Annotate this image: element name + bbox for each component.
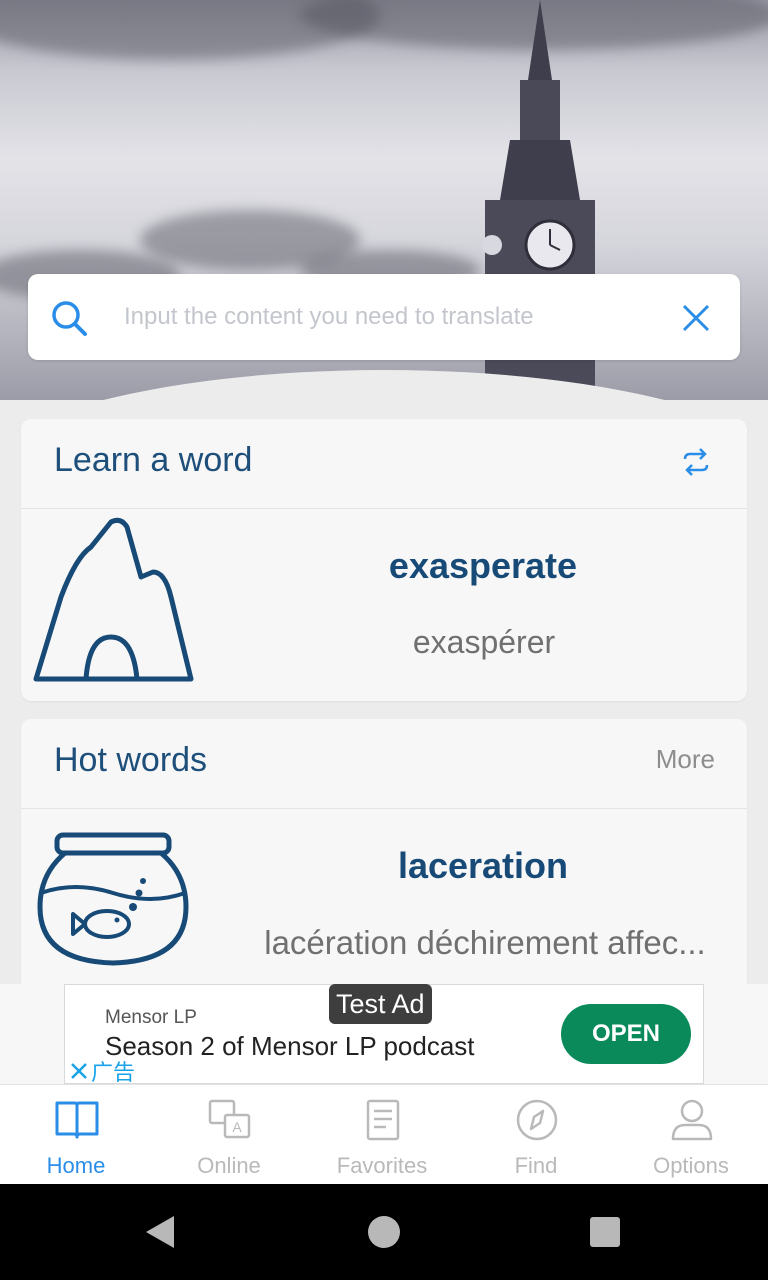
person-icon — [671, 1099, 713, 1141]
ad-open-button[interactable]: OPEN — [561, 1004, 691, 1064]
ad-close-button[interactable]: 广告 — [69, 1055, 135, 1087]
word-translation: exaspérer — [412, 624, 556, 660]
card-title: Hot words — [54, 741, 208, 779]
nav-label: Find — [514, 1153, 558, 1178]
hot-word[interactable]: laceration — [243, 845, 723, 887]
hot-words-header: Hot words More — [21, 719, 747, 809]
bottom-nav: Home A Online Favorites Find Options — [0, 1084, 768, 1184]
hot-words-card[interactable]: Hot words More laceration lacération déc… — [21, 719, 747, 994]
nav-find[interactable]: Find — [461, 1085, 611, 1185]
search-input[interactable] — [124, 296, 684, 338]
ad-banner[interactable]: Mensor LP Season 2 of Mensor LP podcast … — [64, 984, 704, 1087]
nav-favorites[interactable]: Favorites — [307, 1085, 457, 1185]
learn-word-card[interactable]: Learn a word exasperate exaspérer — [21, 419, 747, 701]
nav-label: Favorites — [336, 1153, 428, 1178]
notebook-icon — [366, 1099, 400, 1141]
nav-home[interactable]: Home — [1, 1085, 151, 1185]
compass-icon — [516, 1099, 558, 1141]
search-box — [28, 274, 740, 360]
book-icon — [55, 1101, 99, 1139]
nav-label: Home — [46, 1153, 106, 1178]
mountain-icon — [33, 517, 194, 682]
close-icon[interactable] — [680, 302, 712, 334]
refresh-icon[interactable] — [681, 447, 711, 477]
hot-word-translation: lacération déchirement affec... — [264, 924, 706, 961]
ad-advertiser: Mensor LP — [105, 1007, 197, 1028]
svg-text:A: A — [232, 1119, 242, 1135]
close-icon[interactable] — [69, 1061, 89, 1081]
system-nav-bar — [0, 1184, 768, 1280]
back-icon[interactable] — [146, 1216, 174, 1248]
word-of-day[interactable]: exasperate — [243, 545, 723, 587]
nav-label: Online — [197, 1153, 261, 1178]
nav-online[interactable]: A Online — [154, 1085, 304, 1185]
test-ad-badge: Test Ad — [329, 984, 432, 1024]
ad-headline[interactable]: Season 2 of Mensor LP podcast — [105, 1031, 475, 1062]
recents-icon[interactable] — [590, 1217, 620, 1247]
nav-options[interactable]: Options — [616, 1085, 766, 1185]
learn-word-header: Learn a word — [21, 419, 747, 509]
fishbowl-icon — [37, 832, 189, 966]
more-link[interactable]: More — [656, 744, 715, 775]
translate-icon: A — [208, 1099, 251, 1139]
search-icon[interactable] — [50, 299, 88, 337]
card-title: Learn a word — [54, 441, 253, 479]
ad-choices-label: 广告 — [91, 1060, 136, 1085]
nav-label: Options — [653, 1153, 729, 1178]
home-icon[interactable] — [368, 1216, 400, 1248]
